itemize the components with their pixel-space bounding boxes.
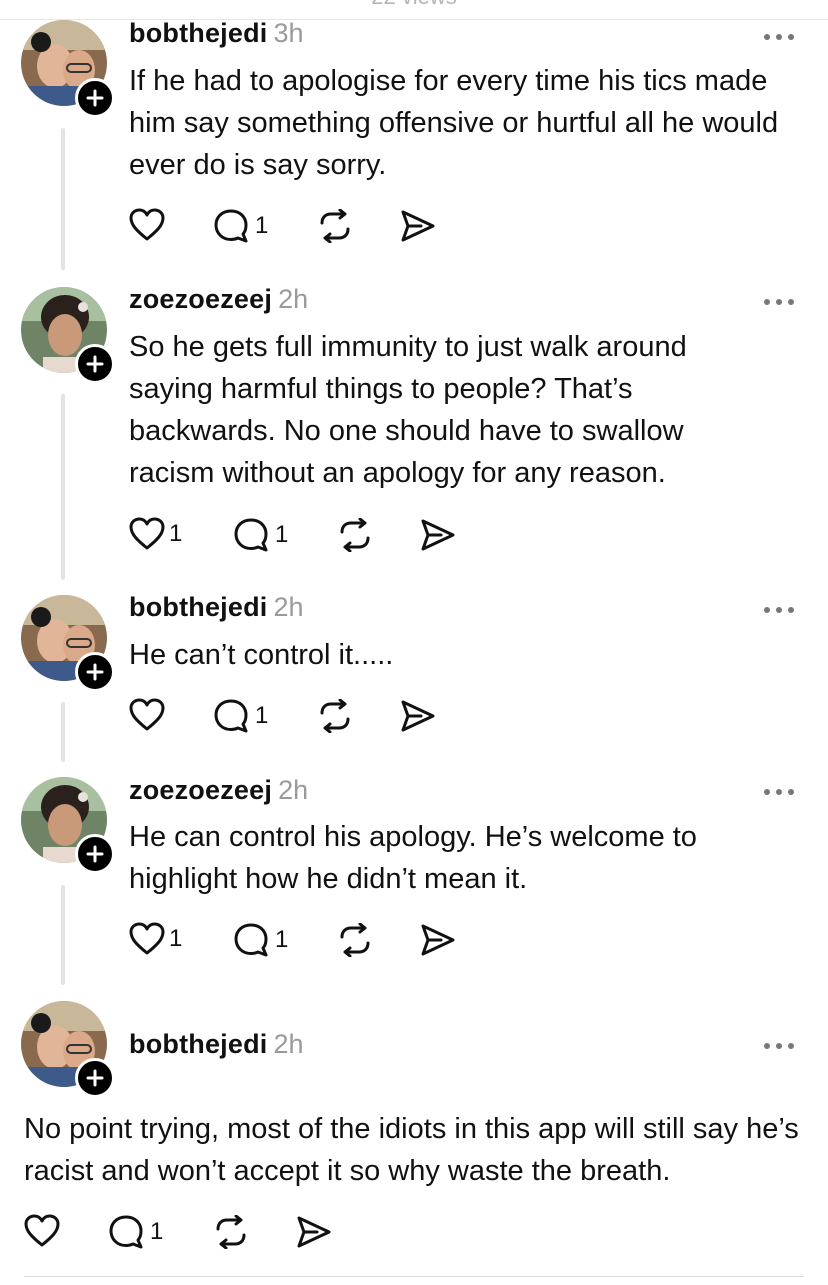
like-count: 1 [169,925,183,952]
reply-button[interactable]: 1 [233,922,288,958]
username[interactable]: bobthejedi [129,1029,268,1059]
username[interactable]: bobthejedi [129,18,268,48]
more-options-icon[interactable] [761,295,801,307]
reply-count: 1 [255,212,269,239]
repost-icon[interactable] [336,517,374,557]
follow-button[interactable] [75,344,115,384]
views-count: 22 views [0,0,828,10]
follow-button[interactable] [75,78,115,118]
repost-icon[interactable] [316,208,354,248]
more-options-icon[interactable] [761,1039,801,1051]
username[interactable]: zoezoezeej [129,284,272,314]
share-icon[interactable] [295,1215,333,1254]
like-button[interactable]: 1 [129,517,182,551]
thread-line [61,394,65,580]
post-text: No point trying, most of the idiots in t… [24,1113,799,1187]
reply-count: 1 [150,1218,164,1245]
reply-button[interactable]: 1 [233,517,288,553]
post-text: He can control his apology. He’s welcome… [129,821,697,895]
username[interactable]: bobthejedi [129,592,268,622]
more-options-icon[interactable] [761,785,801,797]
comment-icon [234,518,268,552]
more-options-icon[interactable] [761,603,801,615]
reply-count: 1 [255,702,269,729]
heart-icon [129,698,165,731]
post-header: bobthejedi 2h [129,1029,304,1060]
plus-icon [86,845,104,863]
thread-line [61,702,65,762]
comment-icon [214,209,248,243]
post-text: He can’t control it..... [129,639,394,671]
heart-icon [129,517,165,550]
post-text: So he gets full immunity to just walk ar… [129,331,687,489]
repost-icon[interactable] [212,1214,250,1254]
plus-icon [86,355,104,373]
heart-icon [129,922,165,955]
comment-icon [109,1215,143,1249]
thread-line [61,885,65,985]
plus-icon [86,89,104,107]
heart-icon [129,208,165,241]
post-time: 2h [278,284,309,314]
share-icon[interactable] [399,209,437,248]
post-time: 2h [273,592,304,622]
reply-count: 1 [275,521,289,548]
repost-icon[interactable] [336,922,374,962]
post-header: zoezoezeej 2h [129,284,308,315]
comment-icon [234,923,268,957]
thread-line [61,128,65,270]
plus-icon [86,1069,104,1087]
like-button[interactable] [129,208,169,242]
follow-button[interactable] [75,834,115,874]
share-icon[interactable] [399,699,437,738]
share-icon[interactable] [419,518,457,557]
follow-button[interactable] [75,1058,115,1098]
reply-count: 1 [275,926,289,953]
reply-button[interactable]: 1 [213,698,268,734]
post-text: If he had to apologise for every time hi… [129,65,779,181]
more-options-icon[interactable] [761,30,801,42]
reply-button[interactable]: 1 [108,1214,163,1250]
post-time: 2h [278,775,309,805]
comment-icon [214,699,248,733]
reply-button[interactable]: 1 [213,208,268,244]
post-header: zoezoezeej 2h [129,775,308,806]
like-button[interactable] [24,1214,64,1248]
like-count: 1 [169,520,183,547]
post-header: bobthejedi 2h [129,592,304,623]
username[interactable]: zoezoezeej [129,775,272,805]
repost-icon[interactable] [316,698,354,738]
header-divider [0,19,828,20]
post-header: bobthejedi 3h [129,18,304,49]
plus-icon [86,663,104,681]
like-button[interactable]: 1 [129,922,182,956]
follow-button[interactable] [75,652,115,692]
bottom-divider [24,1276,804,1277]
post-time: 2h [273,1029,304,1059]
heart-icon [24,1214,60,1247]
like-button[interactable] [129,698,169,732]
post-time: 3h [273,18,304,48]
share-icon[interactable] [419,923,457,962]
